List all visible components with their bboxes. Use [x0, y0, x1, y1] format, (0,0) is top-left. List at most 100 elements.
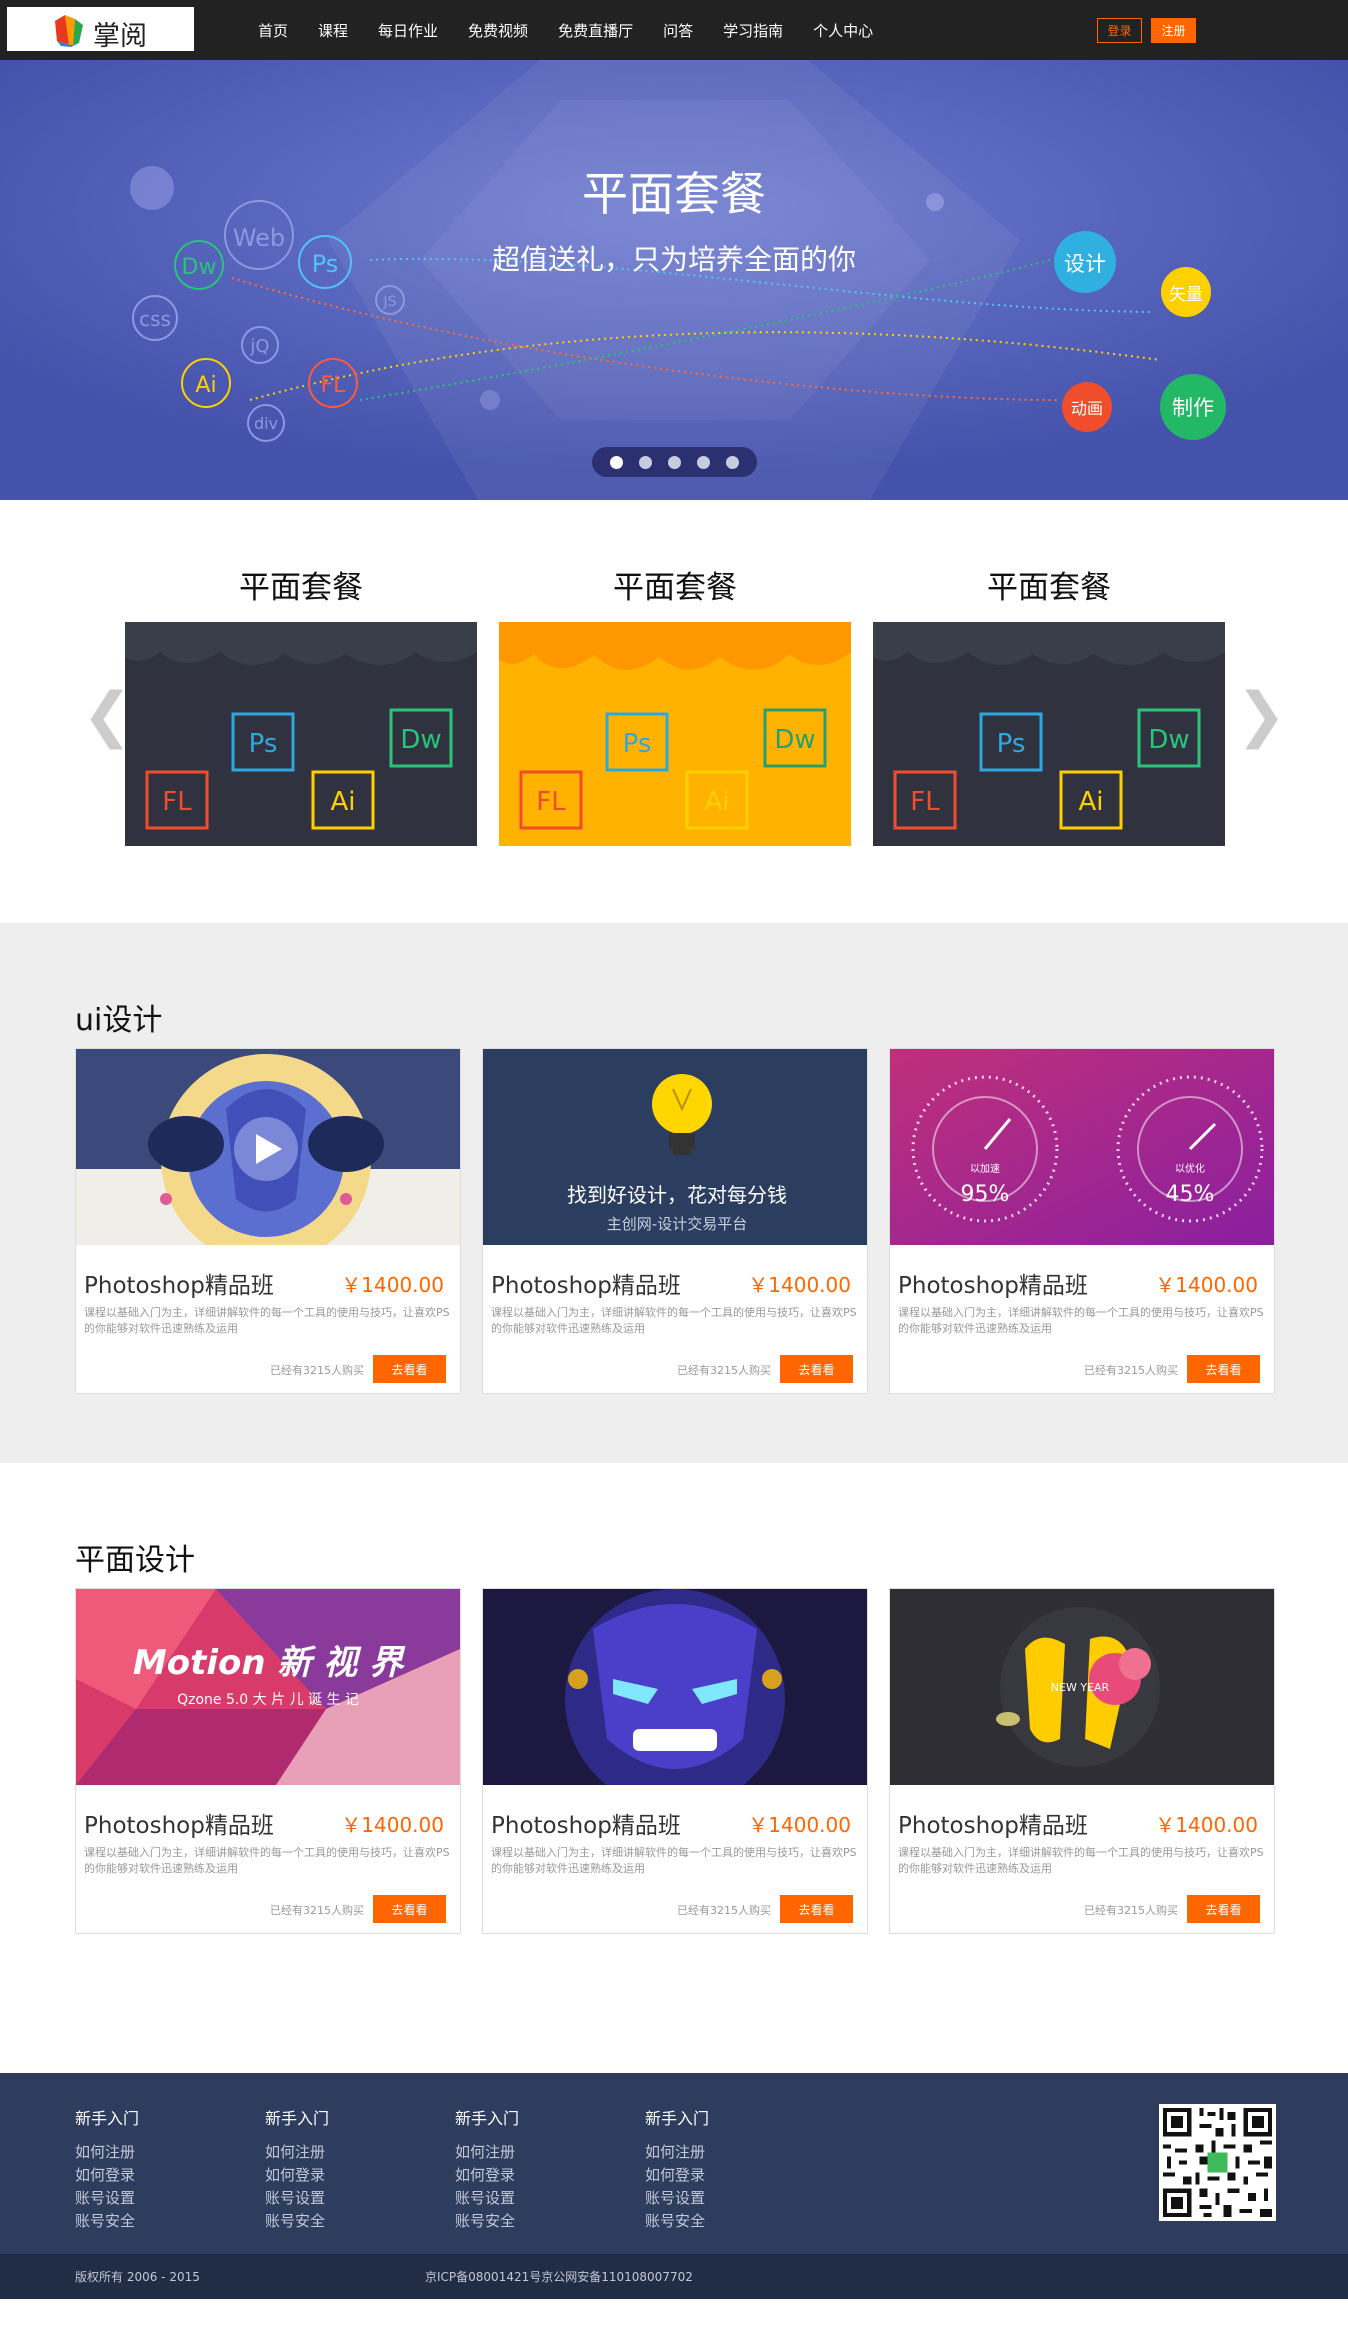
- thumbnail-headline: 找到好设计，花对每分钱: [567, 1183, 787, 1207]
- thumbnail-subline: 主创网-设计交易平台: [607, 1215, 747, 1233]
- nav-courses[interactable]: 课程: [318, 20, 348, 41]
- footer-column-heading: 新手入门: [75, 2109, 140, 2128]
- course-name: Photoshop精品班: [898, 1273, 1088, 1299]
- course-description: 课程以基础入门为主，详细讲解软件的每一个工具的使用与技巧，让喜欢PS的你能够对软…: [491, 1306, 857, 1335]
- footer-link-login[interactable]: 如何登录: [265, 2164, 329, 2187]
- view-course-button[interactable]: 去看看: [780, 1355, 853, 1383]
- footer-link-register[interactable]: 如何注册: [455, 2141, 519, 2164]
- carousel-indicators: [592, 447, 757, 477]
- auth-buttons: 登录 注册: [1097, 18, 1196, 43]
- icp-license-text: 京ICP备08001421号京公网安备110108007702: [425, 2270, 693, 2284]
- nav-personal-center[interactable]: 个人中心: [813, 20, 873, 41]
- nav-qa[interactable]: 问答: [663, 20, 693, 41]
- footer-link-account-security[interactable]: 账号安全: [265, 2210, 329, 2233]
- next-arrow-icon[interactable]: ❯: [1236, 680, 1286, 750]
- bottom-spacer: [0, 2299, 1348, 2339]
- package-card[interactable]: 平面套餐 Ps Dw FL Ai: [125, 568, 477, 846]
- course-description: 课程以基础入门为主，详细讲解软件的每一个工具的使用与技巧，让喜欢PS的你能够对软…: [84, 1846, 450, 1875]
- course-card[interactable]: 找到好设计，花对每分钱 主创网-设计交易平台 Photoshop精品班 ￥140…: [482, 1048, 868, 1394]
- register-button[interactable]: 注册: [1151, 18, 1196, 43]
- footer-link-account-security[interactable]: 账号安全: [455, 2210, 519, 2233]
- package-image: Ps Dw FL Ai: [499, 622, 851, 846]
- footer-link-account-settings[interactable]: 账号设置: [645, 2187, 709, 2210]
- pkg-icon-dw: Dw: [774, 725, 815, 755]
- course-price: ￥1400.00: [341, 1273, 444, 1297]
- view-course-button[interactable]: 去看看: [373, 1895, 446, 1923]
- course-name: Photoshop精品班: [84, 1813, 274, 1839]
- gauge-value: 45%: [1166, 1182, 1215, 1207]
- banner-illustration: Web Dw Ps css JS jQ Ai FL div 设计 矢量 动画 制…: [0, 60, 1348, 500]
- course-thumbnail: 以加速 95% 以优化 45%: [890, 1049, 1274, 1245]
- course-card[interactable]: Photoshop精品班 ￥1400.00 课程以基础入门为主，详细讲解软件的每…: [75, 1048, 461, 1394]
- package-title: 平面套餐: [613, 570, 737, 606]
- pkg-icon-ai: Ai: [704, 787, 729, 817]
- thumbnail-headline: NEW YEAR: [1051, 1681, 1110, 1694]
- carousel-dot-2[interactable]: [639, 455, 652, 469]
- purchase-count: 已经有3215人购买: [270, 1904, 364, 1917]
- footer-link-login[interactable]: 如何登录: [645, 2164, 709, 2187]
- thumbnail-headline: Motion 新 视 界: [133, 1643, 406, 1683]
- footer-link-account-settings[interactable]: 账号设置: [455, 2187, 519, 2210]
- course-price: ￥1400.00: [1155, 1273, 1258, 1297]
- thumbnail-subline: Qzone 5.0 大 片 儿 诞 生 记: [177, 1692, 359, 1708]
- nav-study-guide[interactable]: 学习指南: [723, 20, 783, 41]
- purchase-count: 已经有3215人购买: [270, 1364, 364, 1377]
- course-name: Photoshop精品班: [898, 1813, 1088, 1839]
- gauge-label: 以优化: [1175, 1162, 1205, 1175]
- package-title: 平面套餐: [239, 570, 363, 606]
- nav-daily-homework[interactable]: 每日作业: [378, 20, 438, 41]
- footer-column: 新手入门 如何注册 如何登录 账号设置 账号安全: [75, 2105, 139, 2233]
- footer-column-heading: 新手入门: [645, 2109, 710, 2128]
- section-title: 平面设计: [75, 1543, 195, 1578]
- package-image: Ps Dw FL Ai: [873, 622, 1225, 846]
- footer-column: 新手入门 如何注册 如何登录 账号设置 账号安全: [455, 2105, 519, 2233]
- course-card[interactable]: 以加速 95% 以优化 45% Photoshop精品班 ￥1400.00 课程…: [889, 1048, 1275, 1394]
- logo-text: 掌阅: [93, 21, 147, 52]
- footer-link-account-security[interactable]: 账号安全: [645, 2210, 709, 2233]
- course-name: Photoshop精品班: [491, 1273, 681, 1299]
- footer-link-login[interactable]: 如何登录: [455, 2164, 519, 2187]
- footer-column: 新手入门 如何注册 如何登录 账号设置 账号安全: [265, 2105, 329, 2233]
- copyright-bar: 版权所有 2006 - 2015 京ICP备08001421号京公网安备1101…: [0, 2254, 1348, 2299]
- footer-link-account-security[interactable]: 账号安全: [75, 2210, 139, 2233]
- tag-div: div: [254, 414, 278, 433]
- carousel-dot-1[interactable]: [610, 455, 623, 469]
- carousel-dot-3[interactable]: [668, 455, 681, 469]
- course-name: Photoshop精品班: [491, 1813, 681, 1839]
- nav-free-videos[interactable]: 免费视频: [468, 20, 528, 41]
- pkg-icon-dw: Dw: [1148, 725, 1189, 755]
- footer-link-account-settings[interactable]: 账号设置: [265, 2187, 329, 2210]
- ui-design-section: ui设计 Photoshop精品班 ￥1400.00 课程以基础入门为主，详细讲…: [0, 923, 1348, 1463]
- footer-link-account-settings[interactable]: 账号设置: [75, 2187, 139, 2210]
- course-thumbnail: NEW YEAR: [890, 1589, 1274, 1785]
- view-course-button[interactable]: 去看看: [1187, 1355, 1260, 1383]
- carousel-dot-5[interactable]: [726, 455, 739, 469]
- logo-icon: [55, 15, 83, 47]
- course-card[interactable]: Motion 新 视 界 Qzone 5.0 大 片 儿 诞 生 记 Photo…: [75, 1588, 461, 1934]
- view-course-button[interactable]: 去看看: [373, 1355, 446, 1383]
- tag-css: css: [139, 307, 171, 331]
- pkg-icon-ps: Ps: [249, 729, 278, 759]
- hero-banner[interactable]: Web Dw Ps css JS jQ Ai FL div 设计 矢量 动画 制…: [0, 60, 1348, 500]
- course-card[interactable]: Photoshop精品班 ￥1400.00 课程以基础入门为主，详细讲解软件的每…: [482, 1588, 868, 1934]
- pkg-icon-fl: FL: [910, 787, 940, 817]
- package-card[interactable]: 平面套餐 Ps Dw FL Ai: [499, 568, 851, 846]
- pkg-icon-ps: Ps: [623, 729, 652, 759]
- package-card[interactable]: 平面套餐 Ps Dw FL Ai: [873, 568, 1225, 846]
- login-button[interactable]: 登录: [1097, 18, 1142, 43]
- carousel-dot-4[interactable]: [697, 455, 710, 469]
- purchase-count: 已经有3215人购买: [677, 1904, 771, 1917]
- nav-free-live[interactable]: 免费直播厅: [558, 20, 633, 41]
- package-title: 平面套餐: [987, 570, 1111, 606]
- view-course-button[interactable]: 去看看: [1187, 1895, 1260, 1923]
- footer-link-login[interactable]: 如何登录: [75, 2164, 139, 2187]
- nav-home[interactable]: 首页: [258, 20, 288, 41]
- footer-link-register[interactable]: 如何注册: [265, 2141, 329, 2164]
- footer-link-register[interactable]: 如何注册: [645, 2141, 709, 2164]
- pkg-icon-ai: Ai: [1078, 787, 1103, 817]
- course-thumbnail: Motion 新 视 界 Qzone 5.0 大 片 儿 诞 生 记: [76, 1589, 460, 1785]
- course-card[interactable]: NEW YEAR Photoshop精品班 ￥1400.00 课程以基础入门为主…: [889, 1588, 1275, 1934]
- view-course-button[interactable]: 去看看: [780, 1895, 853, 1923]
- site-logo[interactable]: 掌阅: [7, 7, 194, 52]
- footer-link-register[interactable]: 如何注册: [75, 2141, 139, 2164]
